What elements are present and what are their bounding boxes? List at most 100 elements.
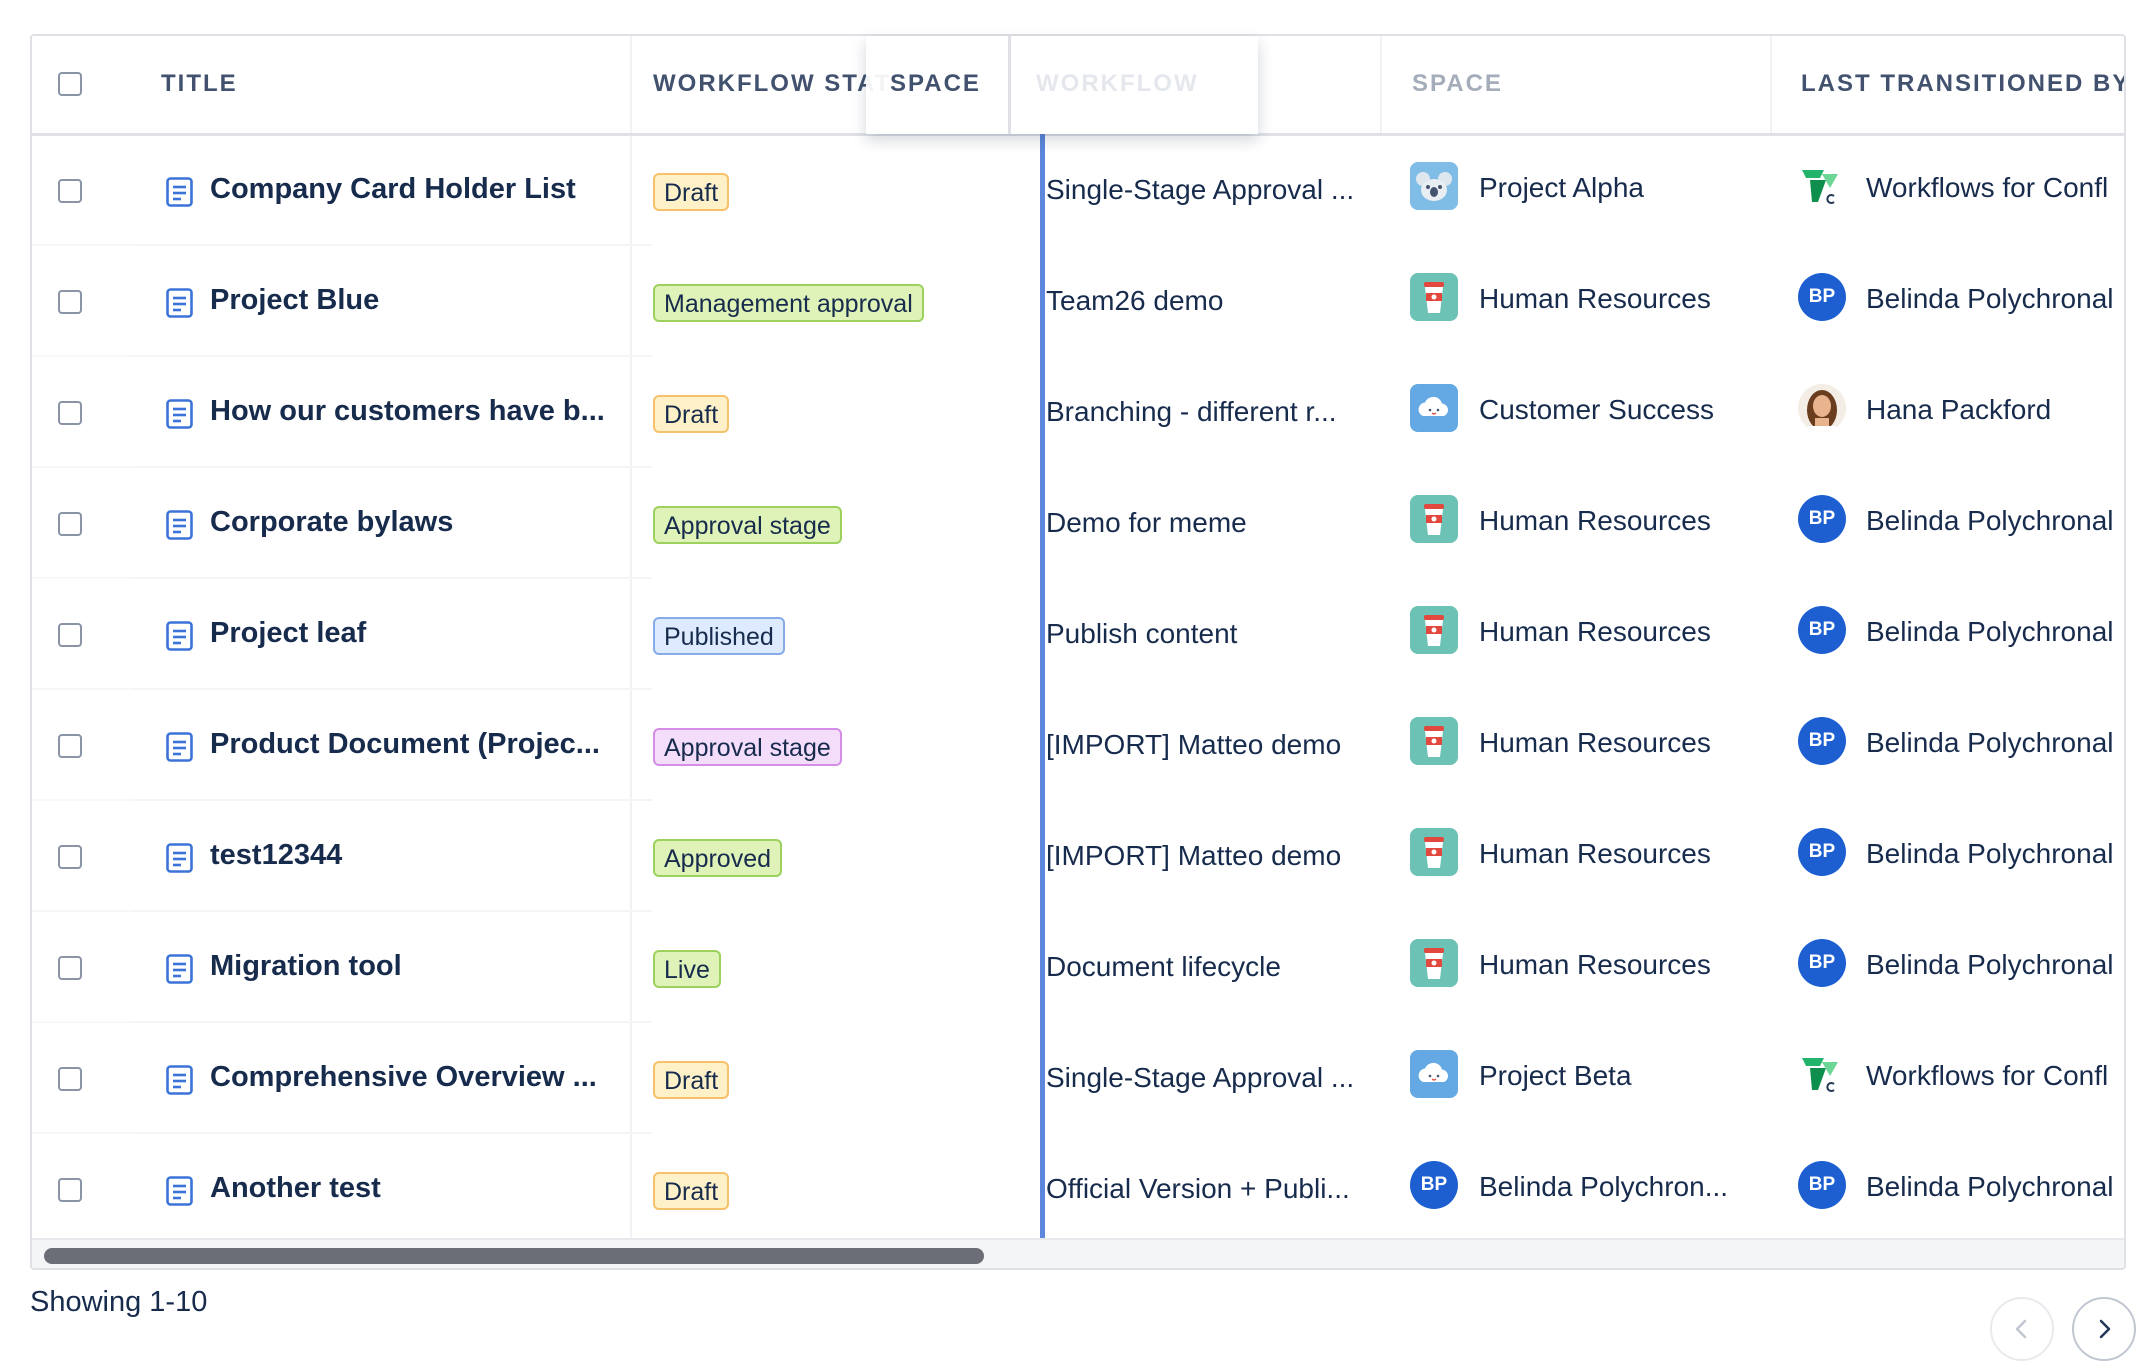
next-page-button[interactable]: [2072, 1297, 2136, 1361]
status-lozenge: Draft: [653, 173, 730, 211]
space-name-link[interactable]: Human Resources: [1479, 838, 1711, 870]
space-name-link[interactable]: Project Beta: [1479, 1060, 1632, 1092]
workflows-app-icon: [1798, 162, 1846, 210]
document-title-link[interactable]: Project Blue: [210, 284, 379, 317]
chevron-right-icon: [2099, 1319, 2111, 1339]
space-name-link[interactable]: Human Resources: [1479, 616, 1711, 648]
document-title-link[interactable]: Corporate bylaws: [210, 506, 453, 539]
select-all-checkbox[interactable]: [58, 72, 82, 96]
row-divider: [32, 799, 132, 801]
table-row[interactable]: Comprehensive Overview ... Draft Single-St…: [32, 1024, 2124, 1134]
coffee-cup-space-icon: [1410, 939, 1458, 987]
page-icon: [166, 732, 193, 762]
row-checkbox[interactable]: [58, 179, 82, 203]
table-row[interactable]: Migration tool Live Document lifecycle Huma…: [32, 913, 2124, 1023]
user-avatar: BP: [1798, 1161, 1846, 1209]
koala-space-icon: [1410, 162, 1458, 210]
workflow-name: Publish content: [1046, 618, 1238, 649]
row-checkbox[interactable]: [58, 845, 82, 869]
chevron-left-icon: [2015, 1319, 2027, 1339]
last-transitioned-by-user: Belinda Polychronal: [1866, 616, 2114, 647]
column-header-space[interactable]: SPACE: [1412, 36, 1503, 132]
coffee-cup-space-icon: [1410, 606, 1458, 654]
table-row[interactable]: test12344 Approved [IMPORT] Matteo demo Hum…: [32, 802, 2124, 912]
page-icon: [166, 288, 193, 318]
space-avatar-icon: BP: [1410, 1161, 1458, 1209]
row-checkbox[interactable]: [58, 623, 82, 647]
row-checkbox[interactable]: [58, 1178, 82, 1202]
dragged-column-space-label: SPACE: [890, 70, 981, 97]
document-title-link[interactable]: Company Card Holder List: [210, 173, 576, 206]
coffee-cup-space-icon: [1410, 828, 1458, 876]
status-lozenge: Draft: [653, 395, 730, 433]
row-divider: [32, 688, 132, 690]
status-lozenge: Approval stage: [653, 728, 842, 766]
status-lozenge: Published: [653, 617, 785, 655]
table-row[interactable]: Project leaf Published Publish content Huma…: [32, 580, 2124, 690]
row-checkbox[interactable]: [58, 512, 82, 536]
workflow-name: Official Version + Publi...: [1046, 1173, 1350, 1204]
last-transitioned-by-user: Workflows for Confl: [1866, 1060, 2109, 1091]
column-drop-indicator: [1040, 134, 1045, 1268]
dragged-column-header[interactable]: SPACE WORKFLOW: [866, 36, 1258, 134]
last-transitioned-by-user: Belinda Polychronal: [1866, 505, 2114, 536]
space-name-link[interactable]: Project Alpha: [1479, 172, 1644, 204]
column-header-last-transitioned-by[interactable]: LAST TRANSITIONED BY: [1801, 36, 2124, 132]
row-divider: [32, 355, 132, 357]
table-row[interactable]: Company Card Holder List Draft Single-Stag…: [32, 136, 2124, 246]
row-divider: [132, 577, 652, 579]
row-checkbox[interactable]: [58, 290, 82, 314]
cloud-space-icon: [1410, 1050, 1458, 1098]
space-name-link[interactable]: Human Resources: [1479, 727, 1711, 759]
row-divider: [32, 1132, 132, 1134]
space-name-link[interactable]: Belinda Polychron...: [1479, 1171, 1728, 1203]
table-row[interactable]: Corporate bylaws Approval stage Demo for m…: [32, 469, 2124, 579]
document-title-link[interactable]: test12344: [210, 839, 342, 872]
table-row[interactable]: How our customers have b... Draft Branchin…: [32, 358, 2124, 468]
coffee-cup-space-icon: [1410, 717, 1458, 765]
space-name-link[interactable]: Customer Success: [1479, 394, 1714, 426]
workflows-app-icon: [1798, 1050, 1846, 1098]
document-title-link[interactable]: How our customers have b...: [210, 395, 605, 428]
dragged-column-workflow-label: WORKFLOW: [1036, 70, 1199, 97]
horizontal-scrollbar[interactable]: [32, 1238, 2124, 1268]
page-icon: [166, 177, 193, 207]
document-title-link[interactable]: Migration tool: [210, 950, 402, 983]
row-divider: [132, 355, 652, 357]
document-title-link[interactable]: Product Document (Projec...: [210, 728, 600, 761]
user-avatar-photo: [1798, 384, 1846, 432]
row-divider: [32, 1021, 132, 1023]
last-transitioned-by-user: Workflows for Confl: [1866, 172, 2109, 203]
space-name-link[interactable]: Human Resources: [1479, 505, 1711, 537]
status-lozenge: Approved: [653, 839, 783, 877]
user-avatar: BP: [1798, 717, 1846, 765]
status-lozenge: Draft: [653, 1172, 730, 1210]
document-title-link[interactable]: Project leaf: [210, 617, 366, 650]
space-name-link[interactable]: Human Resources: [1479, 949, 1711, 981]
page-icon: [166, 1176, 193, 1206]
scrollbar-thumb[interactable]: [44, 1248, 984, 1264]
row-checkbox[interactable]: [58, 956, 82, 980]
column-header-title[interactable]: TITLE: [161, 36, 238, 132]
column-header-workflow-status[interactable]: WORKFLOW STAT: [653, 36, 891, 132]
drag-ghost-divider: [1008, 36, 1011, 134]
row-divider: [132, 466, 652, 468]
workflow-name: Branching - different r...: [1046, 396, 1337, 427]
table-row[interactable]: Product Document (Projec... Approval stag…: [32, 691, 2124, 801]
document-title-link[interactable]: Another test: [210, 1172, 381, 1205]
row-checkbox[interactable]: [58, 1067, 82, 1091]
status-lozenge: Approval stage: [653, 506, 842, 544]
table-row[interactable]: Another test Draft Official Version + Publ…: [32, 1135, 2124, 1245]
row-checkbox[interactable]: [58, 734, 82, 758]
space-name-link[interactable]: Human Resources: [1479, 283, 1711, 315]
status-lozenge: Management approval: [653, 284, 924, 322]
previous-page-button[interactable]: [1990, 1297, 2054, 1361]
table-row[interactable]: Project Blue Management approval Team26 de…: [32, 247, 2124, 357]
page-icon: [166, 1065, 193, 1095]
row-divider: [32, 466, 132, 468]
workflow-name: [IMPORT] Matteo demo: [1046, 729, 1342, 760]
row-checkbox[interactable]: [58, 401, 82, 425]
document-title-link[interactable]: Comprehensive Overview ...: [210, 1061, 597, 1094]
row-divider: [132, 910, 652, 912]
workflow-name: Demo for meme: [1046, 507, 1247, 538]
